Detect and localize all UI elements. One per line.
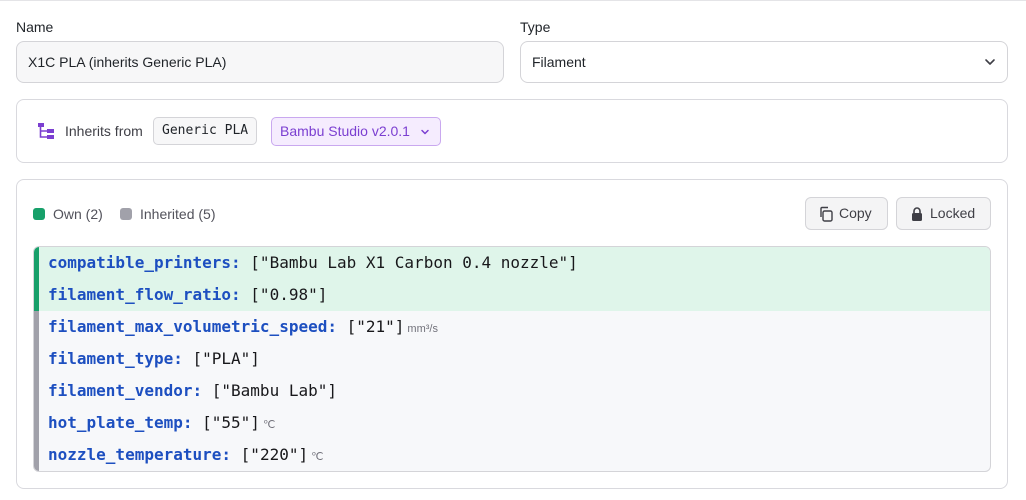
version-label: Bambu Studio v2.0.1: [280, 123, 410, 139]
parent-preset-chip[interactable]: Generic PLA: [153, 117, 258, 145]
copy-icon: [820, 206, 833, 222]
config-key: nozzle_temperature:: [48, 445, 232, 464]
legend-inherited: Inherited (5): [120, 206, 215, 222]
config-key: hot_plate_temp:: [48, 413, 193, 432]
config-value: ["0.98"]: [250, 285, 328, 304]
config-value: ["220"]: [240, 445, 309, 464]
copy-button[interactable]: Copy: [805, 197, 888, 230]
type-label: Type: [520, 19, 551, 35]
config-unit: ℃: [262, 419, 276, 431]
chevron-down-icon: [421, 129, 429, 135]
locked-button[interactable]: Locked: [896, 197, 991, 230]
config-value: ["Bambu Lab"]: [211, 381, 337, 400]
name-field[interactable]: X1C PLA (inherits Generic PLA): [16, 41, 504, 83]
config-value: ["55"]: [202, 413, 260, 432]
config-row: nozzle_temperature: ["220"] ℃: [34, 439, 990, 471]
config-key: filament_vendor:: [48, 381, 203, 400]
inherits-label: Inherits from: [65, 123, 143, 139]
config-unit: mm³/s: [407, 323, 438, 335]
inheritance-panel: Inherits from Generic PLA Bambu Studio v…: [16, 99, 1008, 163]
top-divider: [0, 0, 1026, 1]
config-row: filament_flow_ratio: ["0.98"]: [34, 279, 990, 311]
config-value: ["21"]: [346, 317, 405, 336]
name-label: Name: [16, 19, 54, 35]
config-value: ["Bambu Lab X1 Carbon 0.4 nozzle"]: [250, 253, 578, 272]
inherited-swatch: [120, 208, 132, 220]
legend-inherited-label: Inherited (5): [140, 206, 216, 222]
config-code-block: compatible_printers: ["Bambu Lab X1 Carb…: [33, 246, 991, 472]
legend-own: Own (2): [33, 206, 103, 222]
copy-button-label: Copy: [839, 205, 872, 221]
chevron-down-icon: [985, 59, 995, 65]
config-unit: ℃: [311, 451, 324, 463]
type-select-value: Filament: [532, 54, 586, 70]
config-key: filament_max_volumetric_speed:: [48, 317, 337, 336]
config-key: compatible_printers:: [48, 253, 241, 272]
own-swatch: [33, 208, 45, 220]
config-row: filament_max_volumetric_speed: ["21"] mm³…: [34, 311, 990, 343]
version-dropdown[interactable]: Bambu Studio v2.0.1: [271, 117, 441, 146]
config-row: hot_plate_temp: ["55"] ℃: [34, 407, 990, 439]
config-row: compatible_printers: ["Bambu Lab X1 Carb…: [34, 247, 990, 279]
config-value: ["PLA"]: [192, 349, 260, 368]
config-row: filament_type: ["PLA"]: [34, 343, 990, 375]
lock-icon: [912, 207, 922, 221]
type-select[interactable]: Filament: [520, 41, 1008, 83]
config-key: filament_type:: [48, 349, 183, 368]
legend-own-label: Own (2): [53, 206, 103, 222]
config-key: filament_flow_ratio:: [48, 285, 241, 304]
tree-icon: [38, 123, 54, 139]
config-row: filament_vendor: ["Bambu Lab"]: [34, 375, 990, 407]
config-panel: Own (2) Inherited (5) Copy Locked compat…: [16, 179, 1008, 489]
locked-button-label: Locked: [930, 205, 976, 221]
